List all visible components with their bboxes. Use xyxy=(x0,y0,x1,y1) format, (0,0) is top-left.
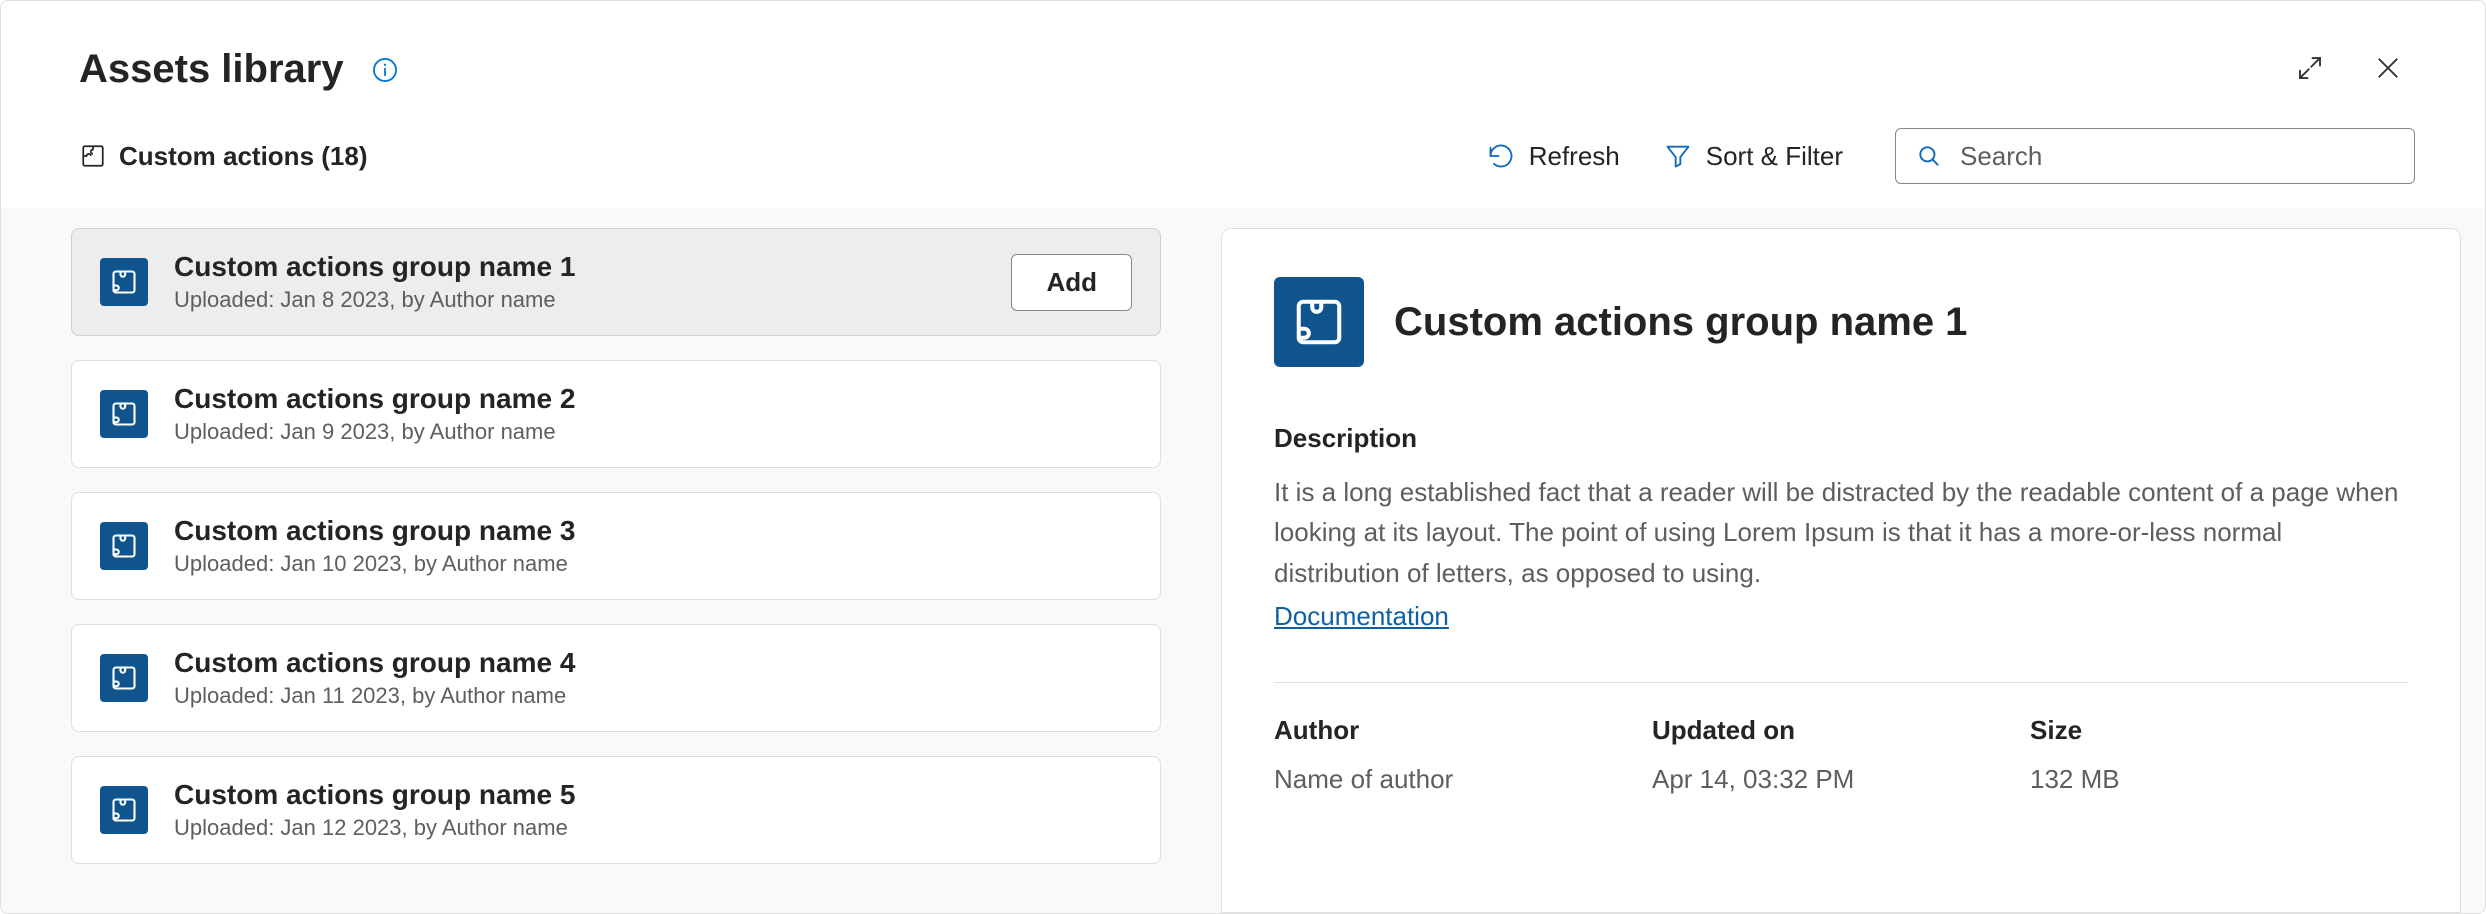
toolbar: Custom actions (18) Refresh Sort & Filte… xyxy=(1,128,2485,208)
list-item[interactable]: Custom actions group name 1 Uploaded: Ja… xyxy=(71,228,1161,336)
assets-library-panel: Assets library Custom actions (18) xyxy=(0,0,2486,914)
action-group-icon xyxy=(100,390,148,438)
description-text: It is a long established fact that a rea… xyxy=(1274,472,2408,593)
sort-filter-button[interactable]: Sort & Filter xyxy=(1642,133,1865,180)
action-group-icon xyxy=(100,654,148,702)
list-item-subtitle: Uploaded: Jan 9 2023, by Author name xyxy=(174,419,1132,445)
list-item-title: Custom actions group name 3 xyxy=(174,515,1132,547)
puzzle-icon xyxy=(79,142,107,170)
filter-icon xyxy=(1664,142,1692,170)
sort-filter-label: Sort & Filter xyxy=(1706,141,1843,172)
search-input-wrap[interactable] xyxy=(1895,128,2415,184)
list-item[interactable]: Custom actions group name 5 Uploaded: Ja… xyxy=(71,756,1161,864)
detail-pane: Custom actions group name 1 Description … xyxy=(1221,228,2461,913)
documentation-link[interactable]: Documentation xyxy=(1274,601,2408,632)
list-item-subtitle: Uploaded: Jan 8 2023, by Author name xyxy=(174,287,985,313)
meta-author: Author Name of author xyxy=(1274,715,1652,795)
meta-row: Author Name of author Updated on Apr 14,… xyxy=(1274,715,2408,795)
page-title: Assets library xyxy=(79,47,344,92)
actions-list: Custom actions group name 1 Uploaded: Ja… xyxy=(71,228,1161,913)
add-button[interactable]: Add xyxy=(1011,254,1132,311)
action-group-icon xyxy=(100,522,148,570)
meta-author-label: Author xyxy=(1274,715,1652,746)
meta-size: Size 132 MB xyxy=(2030,715,2408,795)
detail-header: Custom actions group name 1 xyxy=(1274,277,2408,367)
panel-header: Assets library xyxy=(1,1,2485,128)
list-item-title: Custom actions group name 4 xyxy=(174,647,1132,679)
list-item[interactable]: Custom actions group name 4 Uploaded: Ja… xyxy=(71,624,1161,732)
list-item-title: Custom actions group name 1 xyxy=(174,251,985,283)
panel-body: Custom actions group name 1 Uploaded: Ja… xyxy=(1,208,2485,913)
expand-icon xyxy=(2295,53,2325,86)
list-item-title: Custom actions group name 2 xyxy=(174,383,1132,415)
list-item-subtitle: Uploaded: Jan 12 2023, by Author name xyxy=(174,815,1132,841)
search-icon xyxy=(1916,143,1942,169)
refresh-icon xyxy=(1487,142,1515,170)
divider xyxy=(1274,682,2408,683)
section-label: Custom actions (18) xyxy=(79,141,368,172)
description-label: Description xyxy=(1274,423,2408,454)
detail-title: Custom actions group name 1 xyxy=(1394,300,1967,345)
section-count: Custom actions (18) xyxy=(119,141,368,172)
refresh-button[interactable]: Refresh xyxy=(1465,133,1642,180)
list-item-text: Custom actions group name 5 Uploaded: Ja… xyxy=(174,779,1132,841)
list-item[interactable]: Custom actions group name 2 Uploaded: Ja… xyxy=(71,360,1161,468)
info-icon[interactable] xyxy=(372,57,398,83)
list-item-text: Custom actions group name 2 Uploaded: Ja… xyxy=(174,383,1132,445)
list-item-title: Custom actions group name 5 xyxy=(174,779,1132,811)
close-button[interactable] xyxy=(2361,41,2415,98)
meta-updated-label: Updated on xyxy=(1652,715,2030,746)
expand-button[interactable] xyxy=(2283,41,2337,98)
list-item-text: Custom actions group name 1 Uploaded: Ja… xyxy=(174,251,985,313)
close-icon xyxy=(2373,53,2403,86)
meta-size-value: 132 MB xyxy=(2030,764,2408,795)
meta-updated: Updated on Apr 14, 03:32 PM xyxy=(1652,715,2030,795)
search-input[interactable] xyxy=(1960,141,2394,172)
action-group-icon xyxy=(100,786,148,834)
list-item-subtitle: Uploaded: Jan 10 2023, by Author name xyxy=(174,551,1132,577)
list-item-subtitle: Uploaded: Jan 11 2023, by Author name xyxy=(174,683,1132,709)
meta-size-label: Size xyxy=(2030,715,2408,746)
list-item-text: Custom actions group name 4 Uploaded: Ja… xyxy=(174,647,1132,709)
action-group-icon xyxy=(100,258,148,306)
meta-author-value: Name of author xyxy=(1274,764,1652,795)
list-item[interactable]: Custom actions group name 3 Uploaded: Ja… xyxy=(71,492,1161,600)
meta-updated-value: Apr 14, 03:32 PM xyxy=(1652,764,2030,795)
list-item-text: Custom actions group name 3 Uploaded: Ja… xyxy=(174,515,1132,577)
refresh-label: Refresh xyxy=(1529,141,1620,172)
detail-icon xyxy=(1274,277,1364,367)
